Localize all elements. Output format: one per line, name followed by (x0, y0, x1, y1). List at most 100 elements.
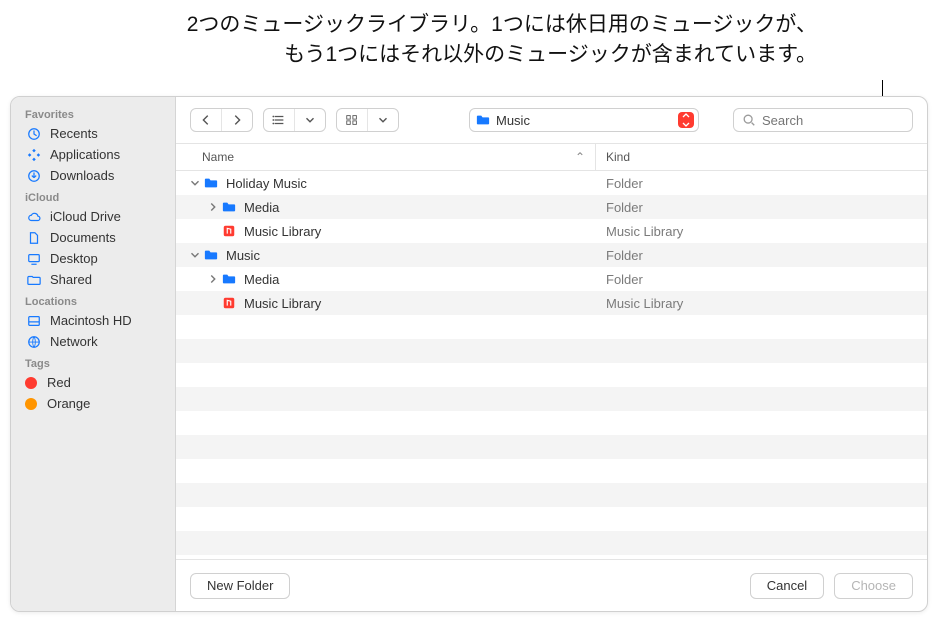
nav-back-button[interactable] (191, 109, 221, 131)
row-name-label: Holiday Music (226, 176, 307, 191)
column-name-label: Name (202, 150, 234, 164)
search-icon (742, 113, 756, 127)
table-row[interactable]: Holiday Music Folder (176, 171, 927, 195)
desktop-icon (25, 252, 43, 266)
nav-forward-button[interactable] (221, 109, 252, 131)
row-name-label: Music Library (244, 296, 321, 311)
sidebar-item-label: Network (50, 334, 98, 349)
sidebar-item[interactable]: Desktop (11, 248, 175, 269)
table-row[interactable]: Music Library Music Library (176, 291, 927, 315)
folder-icon (202, 176, 220, 190)
table-row[interactable]: Music Folder (176, 243, 927, 267)
row-kind-label: Folder (596, 248, 927, 263)
finder-window: Favorites Recents Applications Downloads iCl… (10, 96, 928, 612)
column-kind-label: Kind (606, 150, 630, 164)
row-name-label: Music (226, 248, 260, 263)
music-library-icon (220, 224, 238, 238)
file-list: Holiday MusicFolderMediaFolderMusic Libr… (176, 171, 927, 559)
cancel-button[interactable]: Cancel (750, 573, 824, 599)
clock-icon (25, 127, 43, 141)
sidebar-item-label: Macintosh HD (50, 313, 132, 328)
annotation-line1: 2つのミュージックライブラリ。1つには休日用のミュージックが、 (187, 13, 817, 36)
sort-ascending-icon: ⌃ (575, 150, 585, 164)
main-panel: Music Name ⌃ Kind Holiday MusicFolderMed… (176, 97, 927, 611)
sidebar-item[interactable]: Applications (11, 144, 175, 165)
table-row-empty (176, 411, 927, 435)
column-kind-header[interactable]: Kind (596, 144, 927, 170)
table-row[interactable]: MediaFolder (176, 195, 927, 219)
table-row-empty (176, 315, 927, 339)
sidebar-item-label: Shared (50, 272, 92, 287)
sidebar-heading: Tags (11, 352, 175, 372)
table-row[interactable]: MediaFolder (176, 267, 927, 291)
cloud-icon (25, 210, 43, 224)
new-folder-button[interactable]: New Folder (190, 573, 290, 599)
sidebar-item-label: Downloads (50, 168, 114, 183)
folder-icon (476, 113, 490, 127)
table-row[interactable]: Music Library Music Library (176, 219, 927, 243)
music-library-icon (220, 296, 238, 310)
folder-icon (220, 200, 238, 214)
globe-icon (25, 335, 43, 349)
search-input[interactable] (762, 113, 928, 128)
search-field[interactable] (733, 108, 913, 132)
choose-button[interactable]: Choose (834, 573, 913, 599)
sidebar-heading: Locations (11, 290, 175, 310)
disclosure-triangle-icon[interactable] (206, 272, 220, 286)
download-icon (25, 169, 43, 183)
bottom-bar: New Folder Cancel Choose (176, 559, 927, 611)
sidebar-item[interactable]: Recents (11, 123, 175, 144)
row-kind-label: Folder (596, 272, 927, 287)
annotation-line2: もう1つにはそれ以外のミュージックが含まれています。 (284, 43, 817, 66)
sidebar-item[interactable]: Shared (11, 269, 175, 290)
row-name-label: Music Library (244, 224, 321, 239)
sidebar-item[interactable]: Network (11, 331, 175, 352)
row-kind-label: Folder (596, 200, 927, 215)
sidebar-item-label: Recents (50, 126, 98, 141)
disclosure-triangle-icon[interactable] (206, 200, 220, 214)
sidebar-item-label: Orange (47, 396, 90, 411)
table-row-empty (176, 531, 927, 555)
path-label: Music (496, 113, 678, 128)
table-row-empty (176, 507, 927, 531)
disclosure-triangle-icon[interactable] (188, 248, 202, 262)
sidebar: Favorites Recents Applications Downloads iCl… (11, 97, 176, 611)
row-kind-label: Folder (596, 176, 927, 191)
popup-arrows-icon (678, 112, 694, 128)
sidebar-item[interactable]: iCloud Drive (11, 206, 175, 227)
column-name-header[interactable]: Name ⌃ (176, 144, 596, 170)
sidebar-item[interactable]: Downloads (11, 165, 175, 186)
table-row-empty (176, 483, 927, 507)
chevron-down-icon (367, 109, 398, 131)
sidebar-heading: Favorites (11, 103, 175, 123)
sidebar-item[interactable]: Macintosh HD (11, 310, 175, 331)
table-row-empty (176, 339, 927, 363)
table-row-empty (176, 387, 927, 411)
apps-icon (25, 148, 43, 162)
group-by-button[interactable] (336, 108, 399, 132)
column-header: Name ⌃ Kind (176, 143, 927, 171)
view-list-button[interactable] (263, 108, 326, 132)
sidebar-item-label: Desktop (50, 251, 98, 266)
sidebar-item-label: iCloud Drive (50, 209, 121, 224)
tag-dot-icon (25, 398, 37, 410)
table-row-empty (176, 363, 927, 387)
disclosure-triangle-icon[interactable] (188, 176, 202, 190)
disk-icon (25, 314, 43, 328)
sidebar-item[interactable]: Documents (11, 227, 175, 248)
sidebar-item-label: Applications (50, 147, 120, 162)
row-kind-label: Music Library (596, 296, 927, 311)
annotation-callout: 2つのミュージックライブラリ。1つには休日用のミュージックが、 もう1つにはそれ… (0, 0, 937, 71)
toolbar: Music (176, 97, 927, 143)
nav-back-forward (190, 108, 253, 132)
path-popup[interactable]: Music (469, 108, 699, 132)
row-kind-label: Music Library (596, 224, 927, 239)
table-row-empty (176, 459, 927, 483)
folder-icon (220, 272, 238, 286)
sidebar-item[interactable]: Orange (11, 393, 175, 414)
shared-icon (25, 273, 43, 287)
sidebar-item-label: Documents (50, 230, 116, 245)
sidebar-item[interactable]: Red (11, 372, 175, 393)
tag-dot-icon (25, 377, 37, 389)
sidebar-item-label: Red (47, 375, 71, 390)
